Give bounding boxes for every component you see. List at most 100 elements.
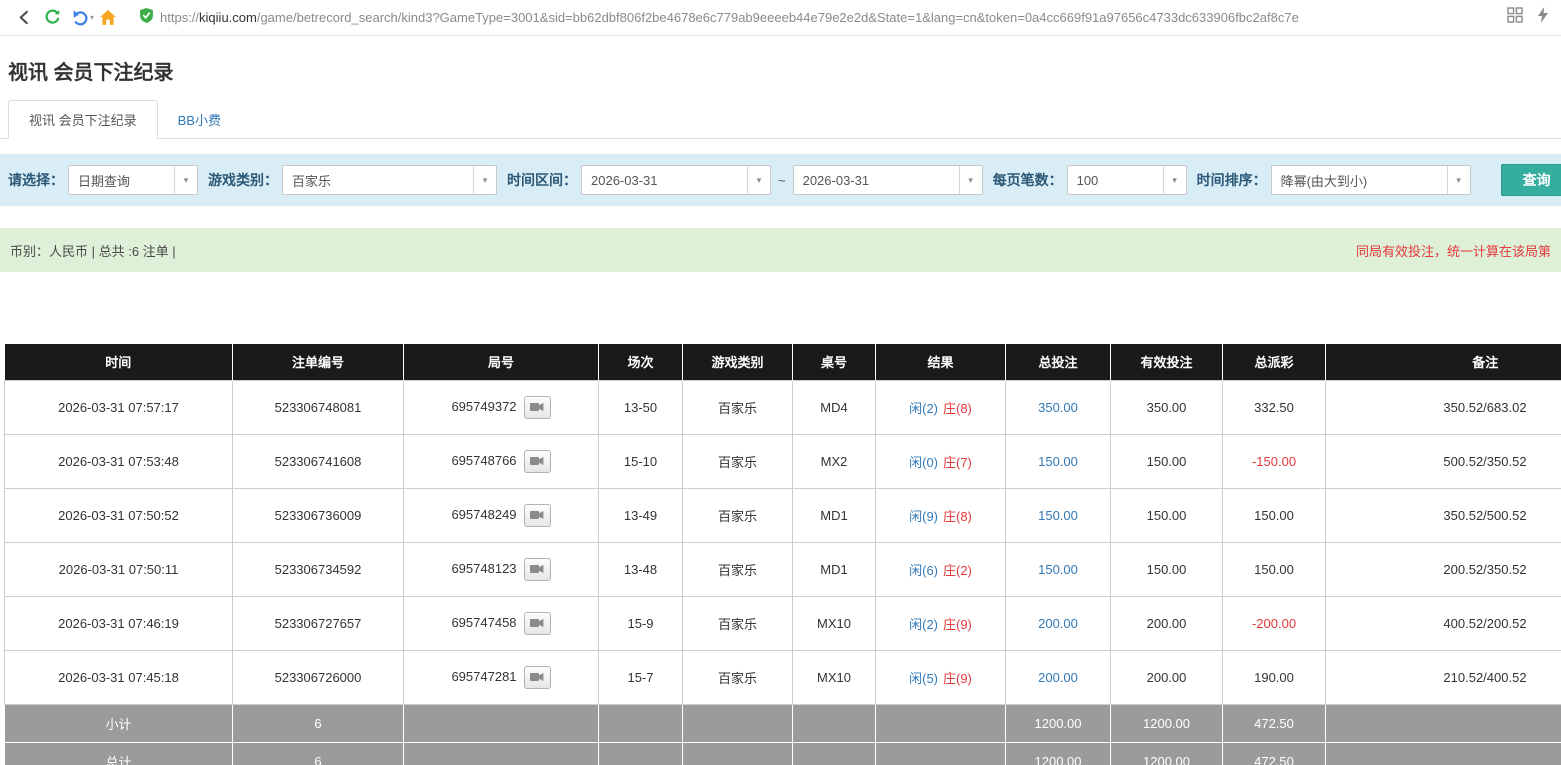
cell-result: 闲(2)庄(8) xyxy=(876,380,1006,434)
page-title: 视讯 会员下注纪录 xyxy=(0,36,1561,85)
cell-bet-number: 523306727657 xyxy=(233,596,404,650)
table-row: 2026-03-31 07:46:19 523306727657 6957474… xyxy=(5,596,1561,650)
back-icon[interactable] xyxy=(10,4,38,32)
cell-bet-number: 523306748081 xyxy=(233,380,404,434)
table-header-row: 时间注单编号局号场次游戏类别桌号结果总投注有效投注总派彩备注 xyxy=(5,344,1561,380)
total-label: 总计 xyxy=(5,742,233,765)
cell-valid-bet: 150.00 xyxy=(1111,542,1223,596)
sort-order-select[interactable]: 降幂(由大到小) ▾ xyxy=(1271,165,1471,195)
tab-bet-records[interactable]: 视讯 会员下注纪录 xyxy=(8,100,158,139)
cell-session: 15-10 xyxy=(599,434,683,488)
cell-remark: 350.52/683.02 xyxy=(1326,380,1561,434)
column-header: 桌号 xyxy=(793,344,876,380)
cell-total-bet[interactable]: 200.00 xyxy=(1006,650,1111,704)
summary-bar: 币别：人民币 | 总共 :6 注单 | 同局有效投注，统一计算在该局第 xyxy=(0,228,1561,272)
cell-valid-bet: 200.00 xyxy=(1111,650,1223,704)
home-icon[interactable] xyxy=(94,4,122,32)
video-replay-button[interactable] xyxy=(524,558,551,581)
cell-round-number: 695747458 xyxy=(404,596,599,650)
tab-bb-tips[interactable]: BB小费 xyxy=(158,101,241,138)
video-replay-button[interactable] xyxy=(524,504,551,527)
url-bar[interactable]: https://kiqiiu.com/game/betrecord_search… xyxy=(132,4,1497,32)
cell-session: 13-48 xyxy=(599,542,683,596)
cell-table-number: MX10 xyxy=(793,596,876,650)
game-type-select[interactable]: 百家乐 ▾ xyxy=(282,165,497,195)
split-screen-grid-icon[interactable] xyxy=(1507,7,1523,28)
game-type-value: 百家乐 xyxy=(283,171,340,190)
cell-remark: 400.52/200.52 xyxy=(1326,596,1561,650)
url-domain: kiqiiu.com xyxy=(199,10,257,25)
date-to-input[interactable]: 2026-03-31 ▾ xyxy=(793,165,983,195)
cell-round-number: 695749372 xyxy=(404,380,599,434)
chevron-down-icon[interactable]: ▾ xyxy=(473,166,496,194)
cell-total-bet[interactable]: 200.00 xyxy=(1006,596,1111,650)
subtotal-count: 6 xyxy=(233,704,404,742)
video-replay-button[interactable] xyxy=(524,396,551,419)
camera-icon xyxy=(530,562,544,577)
video-replay-button[interactable] xyxy=(524,666,551,689)
chevron-down-icon[interactable]: ▾ xyxy=(959,166,982,194)
empty-cell xyxy=(793,742,876,765)
sort-order-label: 时间排序： xyxy=(1197,170,1267,190)
cell-remark: 210.52/400.52 xyxy=(1326,650,1561,704)
url-path: /game/betrecord_search/kind3?GameType=30… xyxy=(257,10,1299,25)
cell-payout: -150.00 xyxy=(1223,434,1326,488)
empty-cell xyxy=(599,704,683,742)
video-replay-button[interactable] xyxy=(524,612,551,635)
filter-bar: 请选择： 日期查询 ▾ 游戏类别： 百家乐 ▾ 时间区间： 2026-03-31… xyxy=(0,154,1561,206)
camera-icon xyxy=(530,400,544,415)
subtotal-label: 小计 xyxy=(5,704,233,742)
chevron-down-icon[interactable]: ▾ xyxy=(747,166,770,194)
video-replay-button[interactable] xyxy=(524,450,551,473)
cell-total-bet[interactable]: 150.00 xyxy=(1006,542,1111,596)
cell-valid-bet: 200.00 xyxy=(1111,596,1223,650)
chevron-down-icon[interactable]: ▾ xyxy=(1447,166,1470,194)
column-header: 结果 xyxy=(876,344,1006,380)
result-player: 闲(2) xyxy=(909,617,938,632)
empty-cell xyxy=(404,704,599,742)
cell-total-bet[interactable]: 150.00 xyxy=(1006,488,1111,542)
column-header: 总派彩 xyxy=(1223,344,1326,380)
cell-session: 15-9 xyxy=(599,596,683,650)
empty-cell xyxy=(793,704,876,742)
chevron-down-icon[interactable]: ▾ xyxy=(174,166,197,194)
cell-round-number: 695748249 xyxy=(404,488,599,542)
cell-game-type: 百家乐 xyxy=(683,596,793,650)
cell-game-type: 百家乐 xyxy=(683,380,793,434)
subtotal-payout: 472.50 xyxy=(1223,704,1326,742)
cell-remark: 500.52/350.52 xyxy=(1326,434,1561,488)
table-row: 2026-03-31 07:57:17 523306748081 6957493… xyxy=(5,380,1561,434)
url-text: https://kiqiiu.com/game/betrecord_search… xyxy=(160,10,1299,25)
empty-cell xyxy=(1326,742,1561,765)
date-mode-value: 日期查询 xyxy=(69,171,139,190)
cell-round-number: 695747281 xyxy=(404,650,599,704)
cell-remark: 200.52/350.52 xyxy=(1326,542,1561,596)
cell-result: 闲(0)庄(7) xyxy=(876,434,1006,488)
cell-time: 2026-03-31 07:53:48 xyxy=(5,434,233,488)
date-from-input[interactable]: 2026-03-31 ▾ xyxy=(581,165,771,195)
page-size-label: 每页笔数： xyxy=(993,170,1063,190)
cell-bet-number: 523306726000 xyxy=(233,650,404,704)
chevron-down-icon[interactable]: ▾ xyxy=(1163,166,1186,194)
column-header: 备注 xyxy=(1326,344,1561,380)
cell-payout: 190.00 xyxy=(1223,650,1326,704)
result-banker: 庄(8) xyxy=(943,509,972,524)
cell-session: 13-50 xyxy=(599,380,683,434)
table-body: 2026-03-31 07:57:17 523306748081 6957493… xyxy=(5,380,1561,704)
cell-payout: -200.00 xyxy=(1223,596,1326,650)
result-banker: 庄(8) xyxy=(943,401,972,416)
empty-cell xyxy=(404,742,599,765)
total-valid-bet: 1200.00 xyxy=(1111,742,1223,765)
page-size-select[interactable]: 100 ▾ xyxy=(1067,165,1187,195)
subtotal-valid-bet: 1200.00 xyxy=(1111,704,1223,742)
column-header: 注单编号 xyxy=(233,344,404,380)
speed-lightning-icon[interactable] xyxy=(1537,7,1549,28)
date-mode-select[interactable]: 日期查询 ▾ xyxy=(68,165,198,195)
cell-total-bet[interactable]: 150.00 xyxy=(1006,434,1111,488)
refresh-icon[interactable] xyxy=(38,4,66,32)
round-number: 695749372 xyxy=(451,398,516,413)
result-player: 闲(6) xyxy=(909,563,938,578)
cell-total-bet[interactable]: 350.00 xyxy=(1006,380,1111,434)
cell-payout: 332.50 xyxy=(1223,380,1326,434)
search-button[interactable]: 查询 xyxy=(1501,164,1561,196)
